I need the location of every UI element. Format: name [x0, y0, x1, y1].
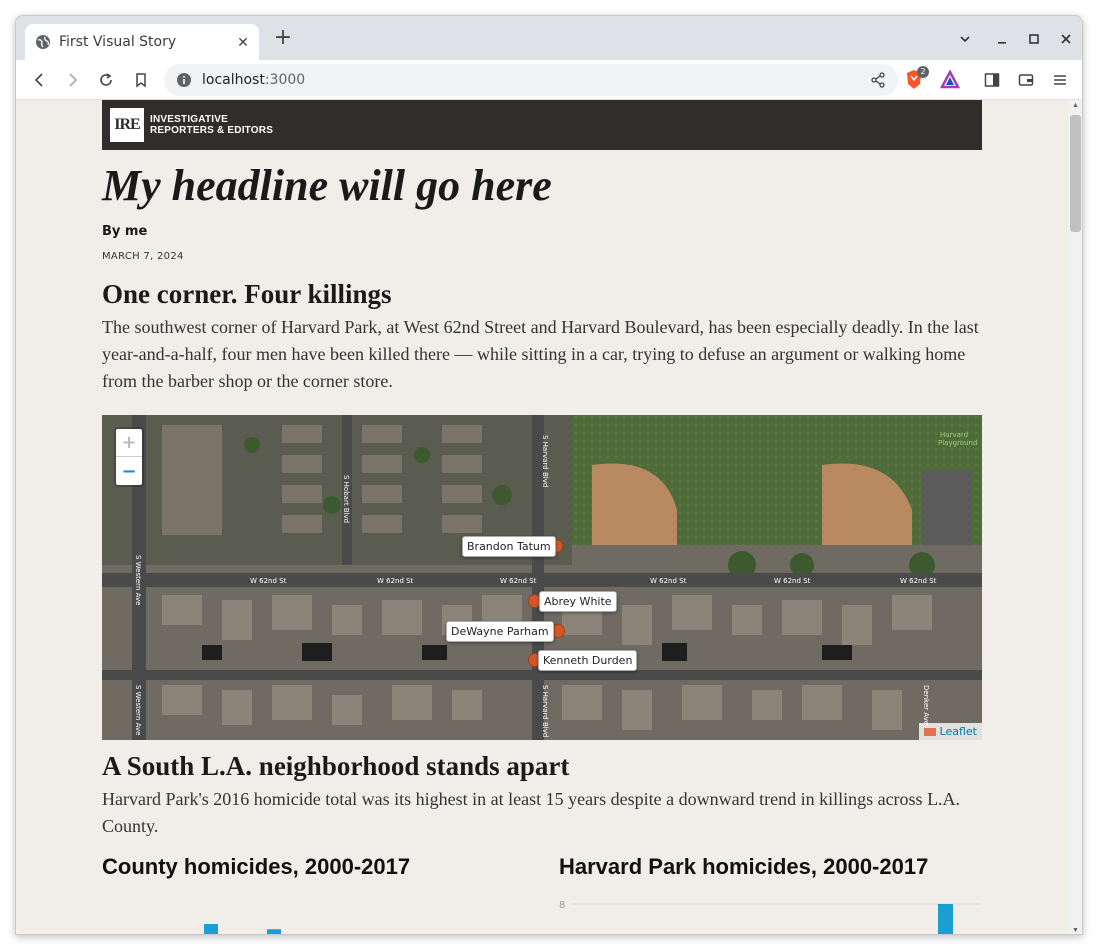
marker-label-dewayne-parham: DeWayne Parham	[446, 621, 554, 642]
ire-header: IRE INVESTIGATIVE REPORTERS & EDITORS	[102, 100, 982, 150]
menu-icon[interactable]	[1052, 72, 1068, 93]
harvard-park-bar	[938, 904, 953, 934]
chevron-down-icon[interactable]	[954, 28, 976, 50]
y-tick-label: 8	[559, 900, 565, 911]
ire-logo[interactable]: IRE	[110, 108, 144, 142]
county-chart-title: County homicides, 2000-2017	[102, 854, 411, 879]
close-tab-icon[interactable]: ✕	[233, 34, 253, 51]
map-attribution[interactable]: Leaflet	[918, 723, 982, 740]
street-label-w62nd-1: W 62nd St	[250, 577, 287, 585]
sidebar-icon[interactable]	[984, 72, 1000, 93]
county-chart-plot	[183, 924, 281, 935]
section-body-corner: The southwest corner of Harvard Park, at…	[102, 317, 979, 391]
section-body-neighborhood: Harvard Park's 2016 homicide total was i…	[102, 789, 961, 836]
forward-arrow-icon	[69, 73, 78, 87]
street-label-western-south: S Western Ave	[134, 685, 142, 735]
harvard-park-chart-plot: 8	[559, 900, 979, 934]
county-bar	[267, 929, 281, 934]
scroll-up-icon[interactable]: ▲	[1072, 102, 1079, 109]
scroll-down-icon[interactable]: ▼	[1072, 927, 1079, 934]
satellite-map[interactable]: W 62nd St W 62nd St W 62nd St W 62nd St …	[102, 415, 982, 740]
section-title-neighborhood: A South L.A. neighborhood stands apart	[102, 751, 570, 781]
chart-row: County homicides, 2000-2017 Harvard Park…	[102, 854, 982, 935]
close-window-button[interactable]	[1055, 28, 1077, 50]
reload-icon	[100, 73, 112, 86]
new-tab-button[interactable]: +	[272, 27, 294, 50]
back-button[interactable]	[28, 68, 52, 92]
maximize-button[interactable]	[1023, 28, 1045, 50]
zoom-out-button[interactable]: −	[116, 457, 142, 485]
street-label-w62nd-3: W 62nd St	[500, 577, 537, 585]
forward-button[interactable]	[60, 68, 84, 92]
browser-toolbar: localhost:3000 2	[16, 60, 1082, 100]
street-label-w62nd-2: W 62nd St	[377, 577, 414, 585]
dateline: MARCH 7, 2024	[102, 251, 184, 262]
tab-bar: First Visual Story ✕ +	[16, 16, 1082, 60]
street-label-w62nd-6: W 62nd St	[900, 577, 937, 585]
street-label-w62nd-4: W 62nd St	[650, 577, 687, 585]
park-label: Harvard	[940, 431, 968, 439]
shields-badge: 2	[917, 66, 929, 78]
bookmark-button[interactable]	[129, 68, 153, 92]
street-label-hobart: S Hobart Blvd	[342, 475, 350, 523]
tab-title: First Visual Story	[59, 34, 177, 50]
marker-label-kenneth-durden: Kenneth Durden	[538, 650, 638, 671]
brave-shields-icon[interactable]: 2	[904, 66, 929, 91]
reload-button[interactable]	[94, 68, 118, 92]
url-text: localhost:3000	[202, 72, 306, 88]
site-info-icon[interactable]	[176, 72, 192, 88]
page-viewport: IRE INVESTIGATIVE REPORTERS & EDITORS My…	[16, 100, 1068, 935]
satellite-imagery: W 62nd St W 62nd St W 62nd St W 62nd St …	[102, 415, 982, 740]
bookmark-icon	[136, 73, 146, 88]
section-title-corner: One corner. Four killings	[102, 279, 392, 309]
article-page: IRE INVESTIGATIVE REPORTERS & EDITORS My…	[102, 100, 982, 935]
ire-org-name: INVESTIGATIVE REPORTERS & EDITORS	[150, 114, 274, 136]
flag-icon	[923, 727, 936, 736]
marker-label-brandon-tatum: Brandon Tatum	[462, 536, 556, 557]
tab-first-visual-story[interactable]: First Visual Story ✕	[25, 24, 259, 60]
street-label-denker: Denker Ave	[922, 685, 930, 725]
headline: My headline will go here	[102, 161, 552, 210]
page-scrollbar[interactable]: ▲ ▼	[1068, 100, 1082, 934]
street-label-w62nd-5: W 62nd St	[774, 577, 811, 585]
scrollbar-thumb[interactable]	[1070, 115, 1081, 232]
harvard-park-chart-title: Harvard Park homicides, 2000-2017	[559, 854, 929, 879]
leaflet-link[interactable]: Leaflet	[940, 725, 977, 738]
county-bar	[183, 934, 197, 935]
back-arrow-icon	[34, 73, 43, 87]
county-chart: County homicides, 2000-2017	[102, 854, 522, 935]
park-label-2: Playground	[938, 439, 977, 447]
harvard-park-chart: Harvard Park homicides, 2000-2017 8	[559, 854, 979, 934]
county-bar	[204, 924, 218, 934]
minimize-button[interactable]	[991, 28, 1013, 50]
street-label-western-north: S Western Ave	[134, 555, 142, 605]
brave-rewards-icon[interactable]	[939, 69, 961, 95]
globe-icon	[36, 35, 50, 49]
street-label-harvard-north: S Harvard Blvd	[541, 435, 549, 487]
street-label-harvard-south: S Harvard Blvd	[541, 685, 549, 737]
address-bar[interactable]: localhost:3000	[164, 64, 898, 96]
byline: By me	[102, 224, 148, 239]
marker-label-abrey-white: Abrey White	[539, 591, 617, 612]
zoom-control: + −	[114, 427, 144, 487]
share-icon[interactable]	[870, 72, 886, 88]
wallet-icon[interactable]	[1018, 72, 1034, 93]
browser-window: First Visual Story ✕ + localhost:3000 2 …	[15, 15, 1083, 935]
zoom-in-button[interactable]: +	[116, 429, 142, 457]
